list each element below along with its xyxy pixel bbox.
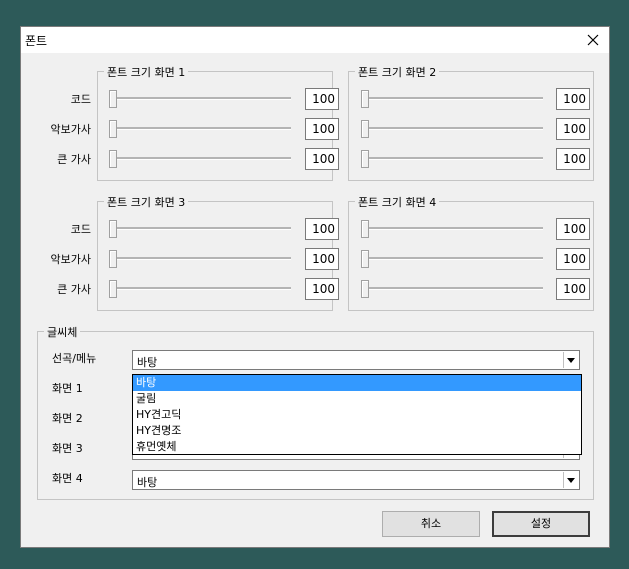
slider-lyrics-3[interactable] <box>109 249 291 269</box>
font-dialog: 폰트 폰트 크기 화면 1 100 100 100 코드 악보가사 큰 가사 폰… <box>20 26 610 548</box>
value-code-2[interactable]: 100 <box>556 88 590 110</box>
value-big-lyrics-2[interactable]: 100 <box>556 148 590 170</box>
size-group-2-legend: 폰트 크기 화면 2 <box>355 64 440 80</box>
size-group-4: 폰트 크기 화면 4 100 100 100 <box>348 194 594 311</box>
value-big-lyrics-3[interactable]: 100 <box>305 278 339 300</box>
font-group-legend: 글씨체 <box>44 324 81 340</box>
dropdown-option[interactable]: 휴먼옛체 <box>133 439 581 455</box>
combo-menu-font[interactable]: 바탕 <box>132 350 580 370</box>
combo-screen4-font[interactable]: 바탕 <box>132 470 580 490</box>
slider-big-lyrics-1[interactable] <box>109 149 291 169</box>
value-lyrics-4[interactable]: 100 <box>556 248 590 270</box>
label-screen3-font: 화면 3 <box>52 442 83 455</box>
label-lyrics-1: 악보가사 <box>50 123 91 136</box>
slider-code-4[interactable] <box>361 219 543 239</box>
label-big-lyrics-1: 큰 가사 <box>57 153 91 166</box>
title-bar: 폰트 <box>21 27 609 53</box>
dropdown-option[interactable]: HY견명조 <box>133 423 581 439</box>
dropdown-option[interactable]: 바탕 <box>133 375 581 391</box>
combo-menu-font-value: 바탕 <box>137 356 158 369</box>
value-code-1[interactable]: 100 <box>305 88 339 110</box>
size-group-3-legend: 폰트 크기 화면 3 <box>104 194 189 210</box>
value-big-lyrics-1[interactable]: 100 <box>305 148 339 170</box>
size-group-1: 폰트 크기 화면 1 100 100 100 <box>97 64 339 181</box>
value-lyrics-1[interactable]: 100 <box>305 118 339 140</box>
dropdown-option[interactable]: HY견고딕 <box>133 407 581 423</box>
label-big-lyrics-3: 큰 가사 <box>57 283 91 296</box>
label-menu-font: 선곡/메뉴 <box>52 352 97 365</box>
slider-lyrics-2[interactable] <box>361 119 543 139</box>
slider-big-lyrics-4[interactable] <box>361 279 543 299</box>
slider-big-lyrics-3[interactable] <box>109 279 291 299</box>
value-code-4[interactable]: 100 <box>556 218 590 240</box>
value-lyrics-3[interactable]: 100 <box>305 248 339 270</box>
label-screen2-font: 화면 2 <box>52 412 83 425</box>
slider-code-1[interactable] <box>109 89 291 109</box>
size-group-1-legend: 폰트 크기 화면 1 <box>104 64 189 80</box>
slider-lyrics-1[interactable] <box>109 119 291 139</box>
slider-big-lyrics-2[interactable] <box>361 149 543 169</box>
slider-lyrics-4[interactable] <box>361 249 543 269</box>
slider-code-3[interactable] <box>109 219 291 239</box>
dialog-title: 폰트 <box>25 34 48 48</box>
label-screen1-font: 화면 1 <box>52 382 83 395</box>
label-screen4-font: 화면 4 <box>52 472 83 485</box>
slider-code-2[interactable] <box>361 89 543 109</box>
size-group-4-legend: 폰트 크기 화면 4 <box>355 194 440 210</box>
value-code-3[interactable]: 100 <box>305 218 339 240</box>
dropdown-option[interactable]: 굴림 <box>133 391 581 407</box>
combo-screen4-font-value: 바탕 <box>137 476 158 489</box>
chevron-down-icon[interactable] <box>563 352 578 368</box>
label-code-3: 코드 <box>70 223 91 236</box>
size-group-3: 폰트 크기 화면 3 100 100 100 <box>97 194 339 311</box>
size-group-2: 폰트 크기 화면 2 100 100 100 <box>348 64 594 181</box>
ok-button[interactable]: 설정 <box>492 511 590 537</box>
chevron-down-icon[interactable] <box>563 472 578 488</box>
label-code-1: 코드 <box>70 93 91 106</box>
cancel-button[interactable]: 취소 <box>382 511 480 537</box>
label-lyrics-3: 악보가사 <box>50 253 91 266</box>
close-icon[interactable] <box>583 30 603 50</box>
value-big-lyrics-4[interactable]: 100 <box>556 278 590 300</box>
font-dropdown-list[interactable]: 바탕 굴림 HY견고딕 HY견명조 휴먼옛체 <box>132 374 582 455</box>
value-lyrics-2[interactable]: 100 <box>556 118 590 140</box>
